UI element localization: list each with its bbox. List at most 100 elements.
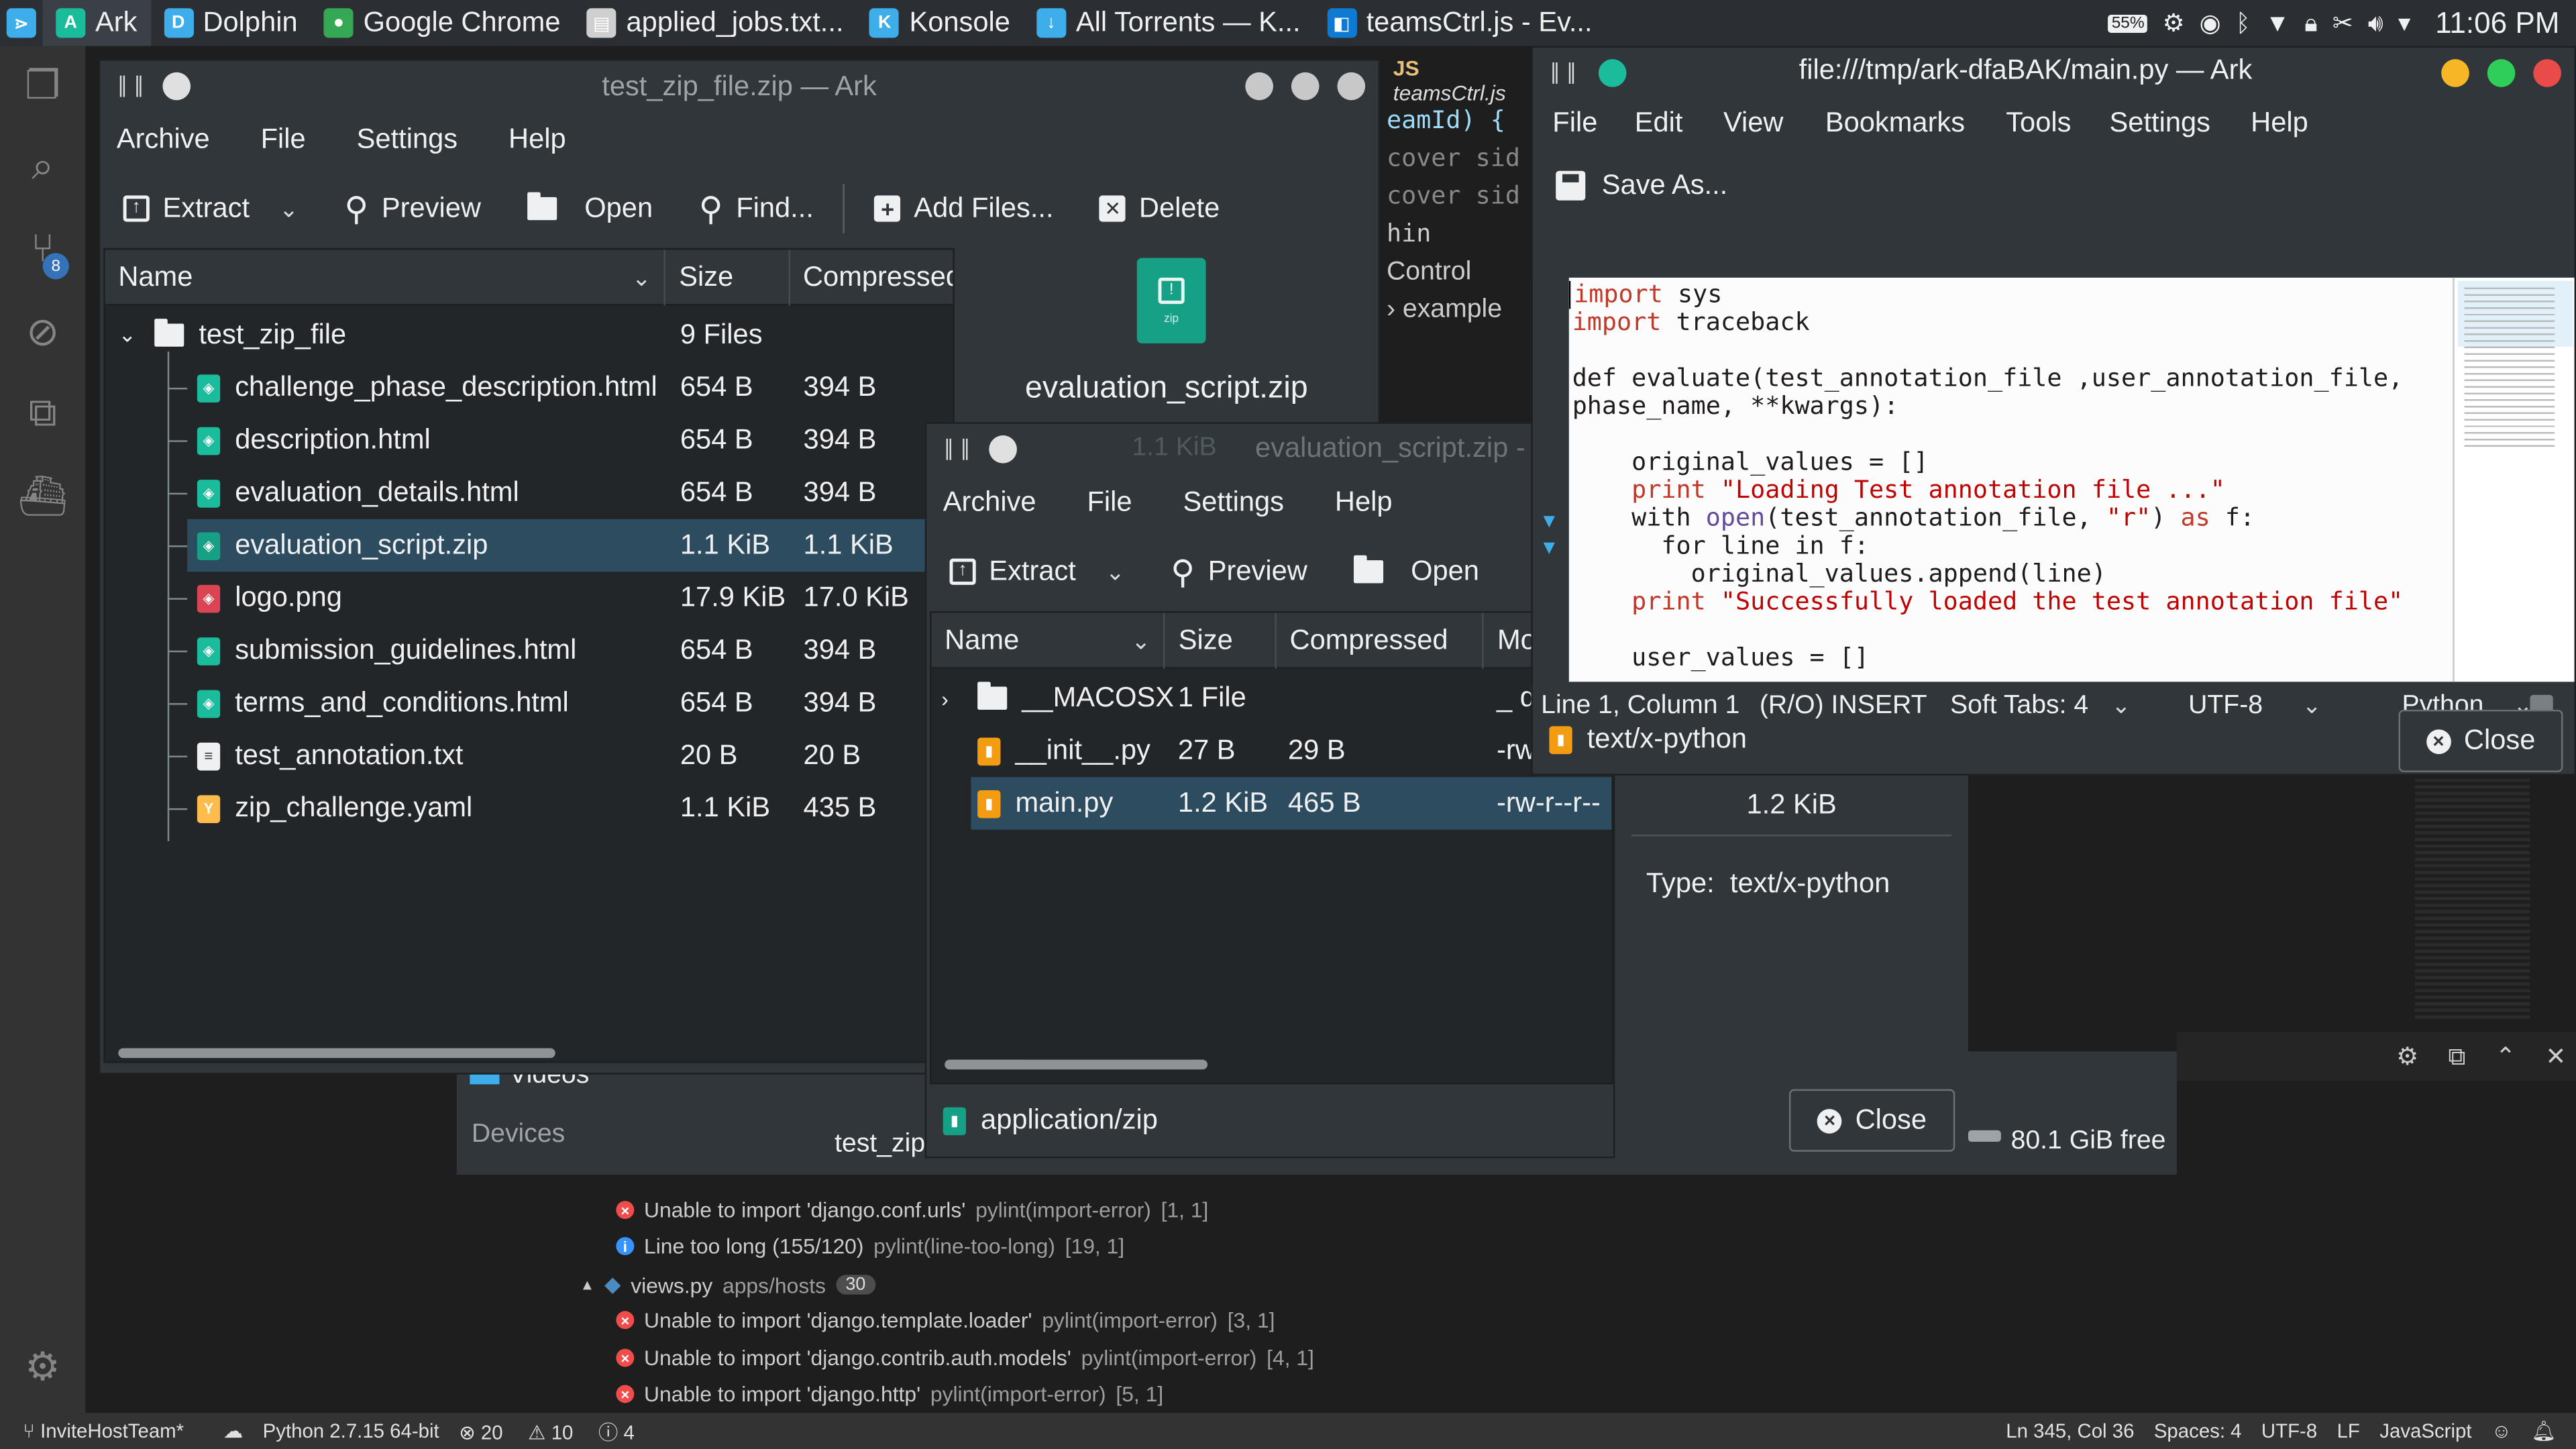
chevron-down-icon[interactable]: ⌄ (1106, 557, 1125, 586)
problem-item[interactable]: i Line too long (155/120) pylint(line-too-… (616, 1234, 1124, 1258)
lock-icon[interactable]: 🔒︎ (2304, 9, 2318, 37)
horizontal-scrollbar[interactable] (945, 1059, 1208, 1070)
tools-icon[interactable]: ✂ (2332, 8, 2353, 38)
status-encoding[interactable]: UTF-8 (2261, 1419, 2317, 1442)
menu-file[interactable]: File (1087, 486, 1132, 519)
taskbar-item-0[interactable]: A Ark (42, 0, 151, 46)
menu-archive[interactable]: Archive (117, 123, 210, 156)
menu-settings[interactable]: Settings (2110, 107, 2210, 140)
file-row[interactable]: ◈ evaluation_details.html 654 B 394 B (105, 467, 953, 519)
ark2-close-button[interactable]: × Close (1788, 1089, 1955, 1152)
menu-file[interactable]: File (1552, 107, 1597, 140)
debug-icon[interactable]: ⊘ (19, 309, 66, 355)
battery-indicator[interactable]: 55% (2108, 13, 2148, 32)
taskbar-item-5[interactable]: ↓ All Torrents — K... (1024, 0, 1314, 46)
file-row[interactable]: ◈ terms_and_conditions.html 654 B 394 B (105, 677, 953, 729)
kate-close-button[interactable]: × Close (2398, 709, 2563, 773)
menu-tools[interactable]: Tools (2006, 107, 2071, 140)
add-files-button[interactable]: + Add Files... (851, 193, 1077, 225)
taskbar-item-1[interactable]: D Dolphin (150, 0, 311, 46)
preview-button[interactable]: ⚲ Preview (321, 188, 504, 229)
taskbar-item-6[interactable]: ◧ teamsCtrl.js - Ev... (1313, 0, 1605, 46)
notifications-bell-icon[interactable]: 🔔︎ (2531, 1419, 2556, 1442)
encoding-selector[interactable]: UTF-8 ⌄ (2188, 692, 2322, 721)
chevron-down-icon[interactable]: ⌄ (279, 195, 299, 223)
menu-view[interactable]: View (1723, 107, 1784, 140)
bluetooth-icon[interactable]: ᛒ (2236, 9, 2251, 37)
code-minimap[interactable] (2453, 277, 2575, 682)
col-name[interactable]: Name ⌄ (105, 250, 666, 306)
editor-mode[interactable]: (R/O) INSERT (1760, 692, 1927, 721)
menu-help[interactable]: Help (1335, 486, 1393, 519)
clock[interactable]: 11:06 PM (2435, 6, 2559, 40)
delete-button[interactable]: ✕ Delete (1077, 193, 1243, 225)
sync-icon[interactable]: ☁ (223, 1419, 243, 1442)
menu-file[interactable]: File (261, 123, 306, 156)
menu-settings[interactable]: Settings (357, 123, 458, 156)
explorer-icon[interactable]: ❐ (19, 62, 66, 109)
settings-icon[interactable]: ⚙ (2163, 8, 2185, 38)
file-row[interactable]: ▮ __init__.py 27 B 29 B -rw (932, 724, 1612, 777)
col-compressed[interactable]: Compressed (1277, 612, 1485, 669)
col-size[interactable]: Size (666, 250, 790, 306)
fold-marker-icon[interactable]: ▼ (1540, 535, 1559, 558)
status-position[interactable]: Ln 345, Col 36 (2006, 1419, 2134, 1442)
ark1-file-list[interactable]: Name ⌄ Size Compressed ⌄ test_zip_file 9 … (103, 248, 955, 1063)
maximize-button[interactable] (1291, 72, 1320, 101)
search-icon[interactable]: ⌕ (19, 145, 66, 191)
taskbar-item-3[interactable]: ▤ applied_jobs.txt... (574, 0, 857, 46)
col-size[interactable]: Size (1165, 612, 1277, 669)
col-name[interactable]: Name ⌄ (932, 612, 1166, 669)
ark1-titlebar[interactable]: test_zip_file.zip — Ark (100, 61, 1378, 113)
problem-item[interactable]: × Unable to import 'django.contrib.auth.m… (616, 1346, 1314, 1370)
feedback-smiley-icon[interactable]: ☺ (2491, 1419, 2512, 1442)
file-row[interactable]: ▮ main.py 1.2 KiB 465 B -rw-r--r-- (971, 777, 1612, 830)
taskbar-item-4[interactable]: K Konsole (857, 0, 1023, 46)
minimize-button[interactable] (2441, 59, 2469, 87)
minimize-button[interactable] (1245, 72, 1273, 101)
docker-icon[interactable]: ⛴ (17, 473, 68, 519)
problem-item[interactable]: × Unable to import 'django.template.loade… (616, 1307, 1275, 1332)
file-row[interactable]: ≡ test_annotation.txt 20 B 20 B (105, 729, 953, 782)
status-branch[interactable]: ⑂ InviteHostTeam* (23, 1419, 203, 1442)
file-row[interactable]: ◈ evaluation_script.zip 1.1 KiB 1.1 KiB (167, 519, 953, 572)
kate-titlebar[interactable]: file:///tmp/ark-dfaBAK/main.py — Ark (1533, 48, 2575, 100)
panel-maximize-icon[interactable]: ⌃ (2496, 1042, 2516, 1071)
ark2-titlebar[interactable]: 1.1 KiB evaluation_script.zip - (926, 424, 1613, 476)
tray-expand-icon[interactable]: ▾ (2398, 8, 2410, 38)
file-row[interactable]: Yzip_challenge.yaml 1.1 KiB 435 B (105, 782, 953, 835)
col-compressed[interactable]: Compressed (790, 250, 953, 305)
keep-above-icon[interactable] (946, 438, 968, 460)
menu-help[interactable]: Help (2251, 107, 2308, 140)
save-as-button[interactable]: Save As... (1556, 169, 1727, 202)
file-row[interactable]: ◈ description.html 654 B 394 B (105, 414, 953, 466)
ark2-file-list[interactable]: Name ⌄ Size Compressed Mo › __MACOSX 1 File… (930, 611, 1613, 1085)
open-button[interactable]: Open (504, 192, 676, 225)
collapse-chevron-icon[interactable]: ⌄ (118, 309, 136, 361)
fold-marker-icon[interactable]: ▼ (1540, 509, 1559, 532)
keep-above-icon[interactable] (1552, 62, 1574, 84)
open-button[interactable]: Open (1330, 555, 1502, 588)
window-menu-icon[interactable] (1598, 59, 1627, 87)
cursor-position[interactable]: Line 1, Column 1 (1541, 692, 1739, 721)
expand-chevron-icon[interactable]: › (941, 672, 949, 724)
extract-button[interactable]: ↑ Extract ⌄ (100, 193, 321, 225)
preview-button[interactable]: ⚲ Preview (1148, 551, 1330, 592)
panel-settings-icon[interactable]: ⚙ (2396, 1042, 2418, 1071)
extract-button[interactable]: ↑ Extract ⌄ (926, 555, 1148, 588)
status-problems[interactable]: ⊗ 20 ⚠ 10 ⓘ 4 (459, 1417, 654, 1445)
maximize-button[interactable] (2487, 59, 2516, 87)
window-menu-icon[interactable] (989, 435, 1017, 464)
tree-row-root[interactable]: ⌄ test_zip_file 9 Files (105, 309, 953, 361)
panel-restore-icon[interactable]: ⧉ (2448, 1042, 2465, 1071)
volume-icon[interactable]: 🔊︎ (2368, 9, 2383, 37)
find-button[interactable]: ⚲ Find... (676, 188, 837, 229)
problem-item[interactable]: × Unable to import 'django.http' pylint(im… (616, 1382, 1163, 1406)
status-language[interactable]: JavaScript (2379, 1419, 2471, 1442)
file-row[interactable]: ◈ logo.png 17.9 KiB 17.0 KiB (105, 572, 953, 624)
vscode-editor-tab[interactable]: JS teamsCtrl.js (1393, 56, 1536, 105)
file-row[interactable]: › __MACOSX 1 File _ dr (932, 672, 1612, 724)
status-spaces[interactable]: Spaces: 4 (2154, 1419, 2242, 1442)
file-row[interactable]: ◈ submission_guidelines.html 654 B 394 B (105, 625, 953, 677)
close-button[interactable] (2533, 59, 2561, 87)
